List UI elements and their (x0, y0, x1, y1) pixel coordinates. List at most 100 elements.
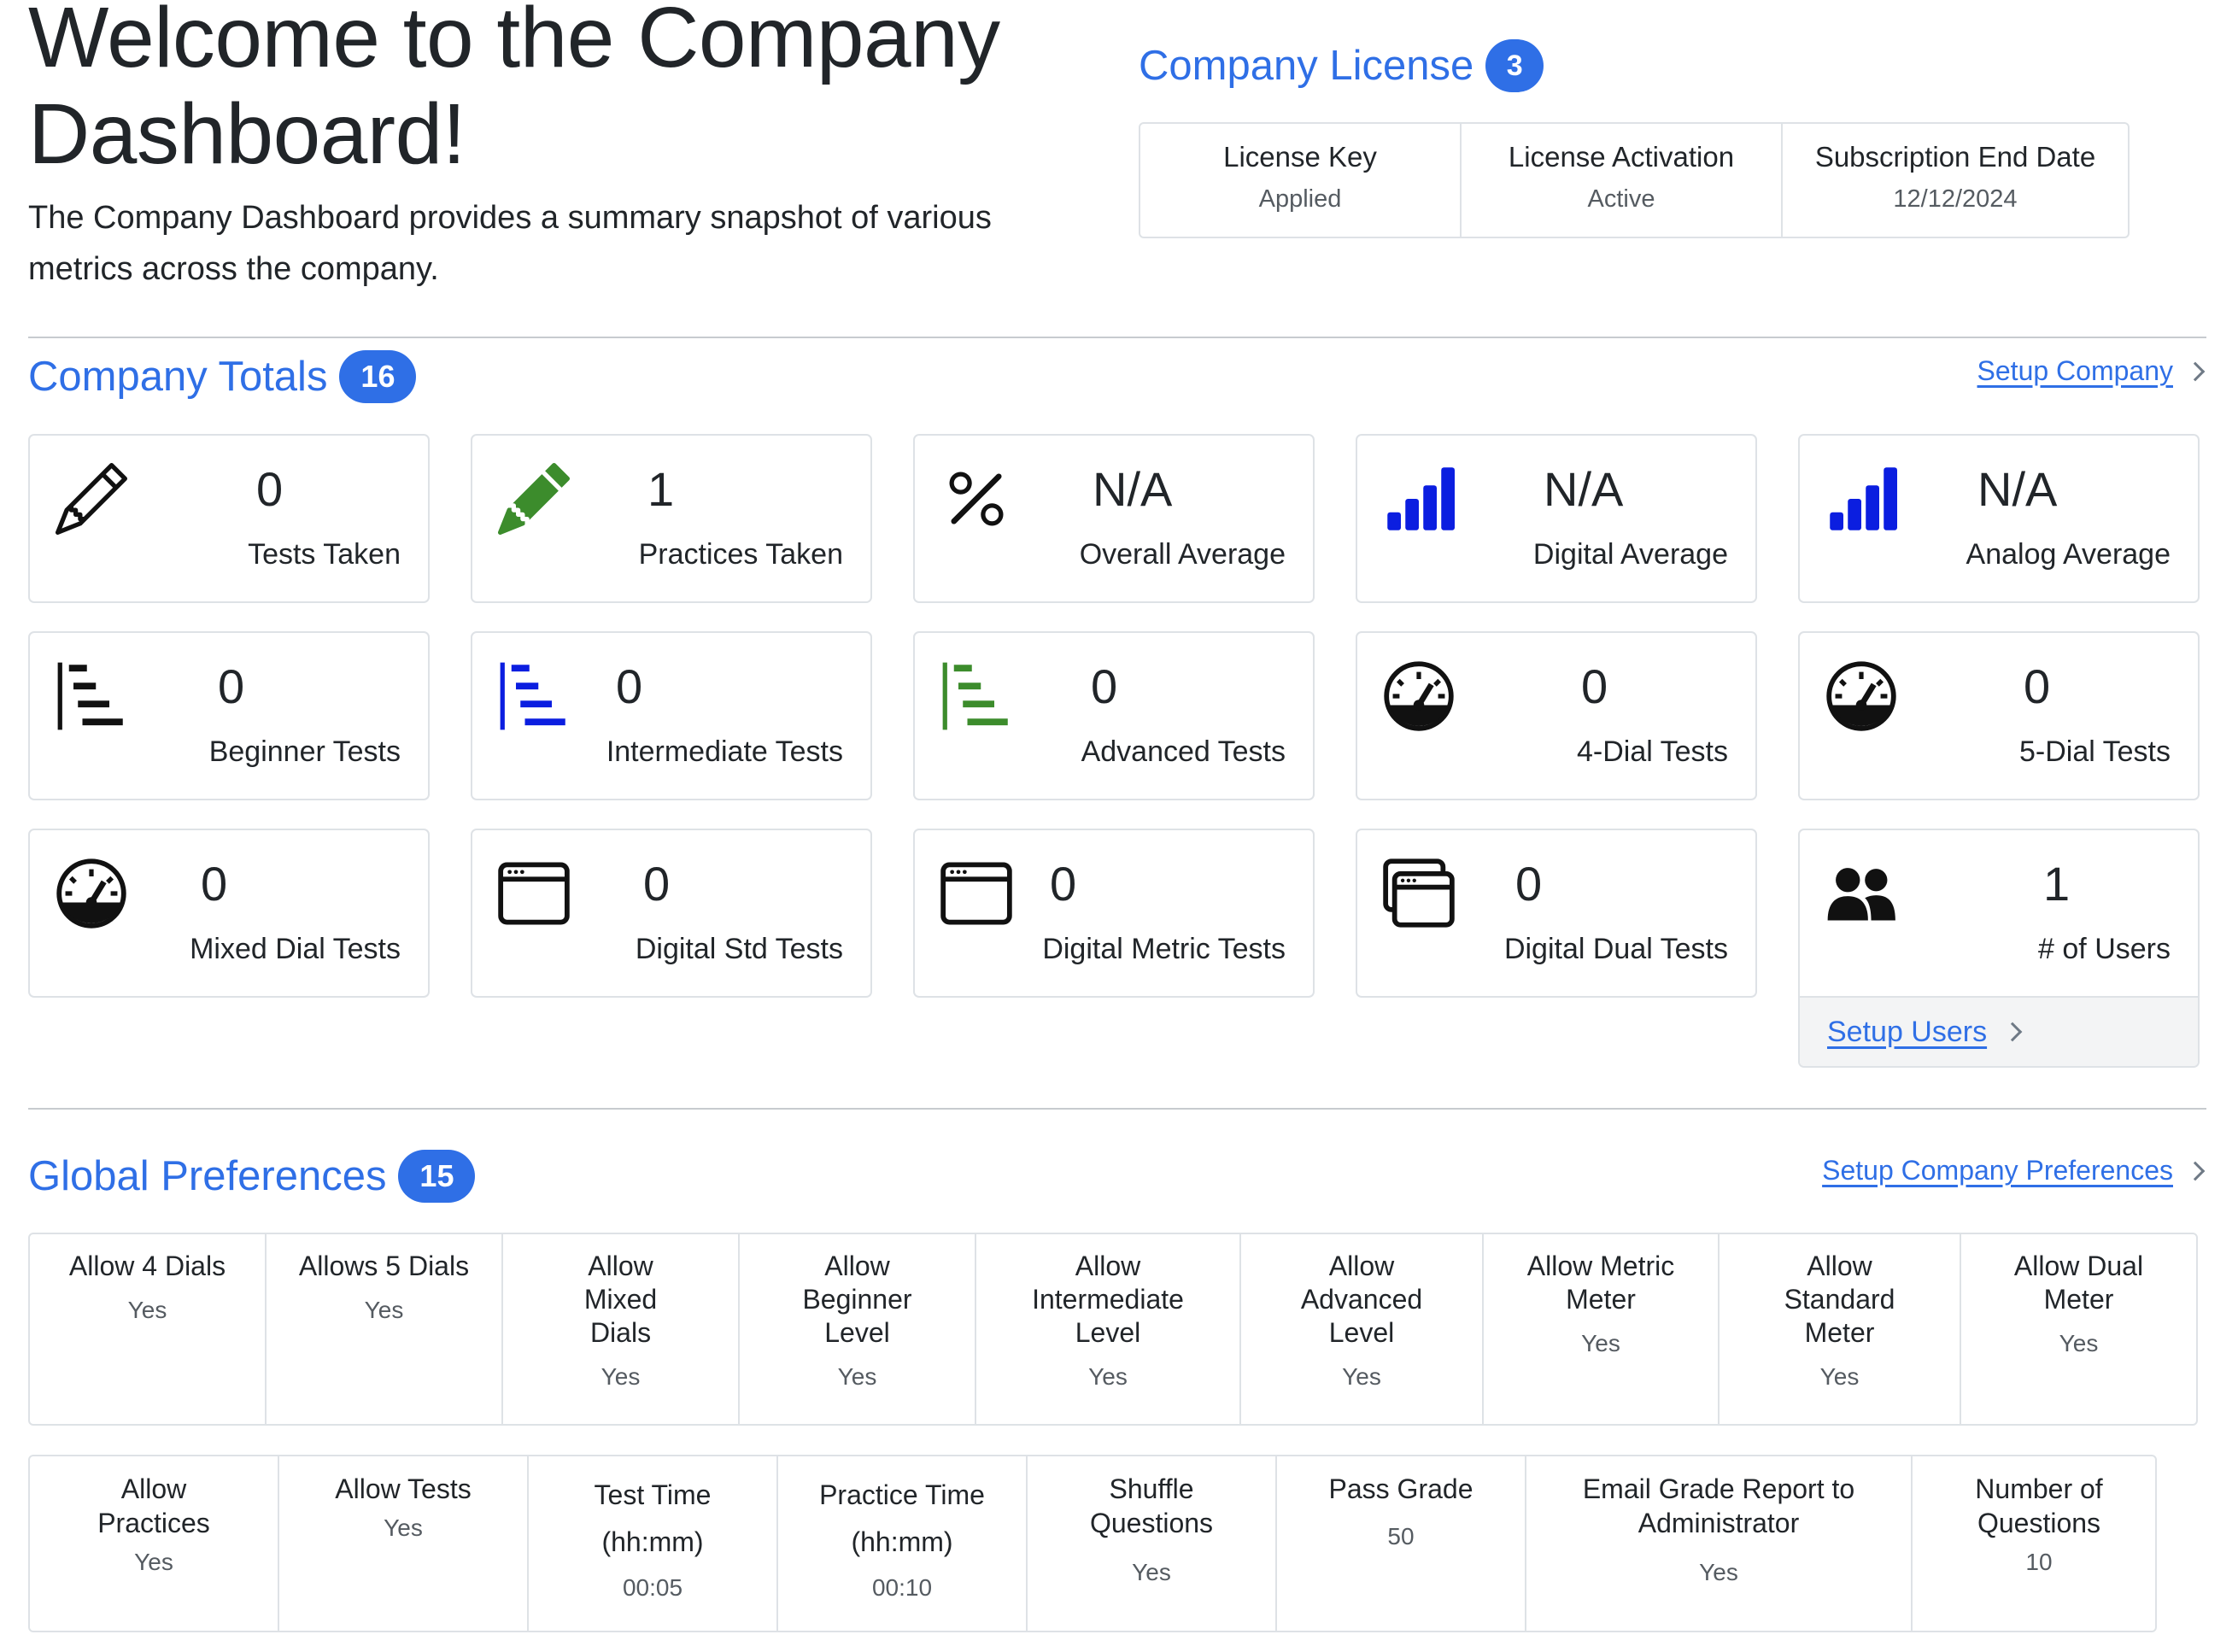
stat-label: Advanced Tests (1081, 735, 1286, 768)
page-subtitle: The Company Dashboard provides a summary… (28, 200, 992, 287)
license-heading-text: Company License (1139, 43, 1474, 89)
setup-company-preferences-link[interactable]: Setup Company Preferences (1822, 1155, 2206, 1186)
pref-label: Allow Mixed Dials (583, 1251, 658, 1348)
pref-value: Yes (1342, 1363, 1381, 1390)
stat-card-digital-metric-tests: 0 Digital Metric Tests (913, 829, 1315, 998)
bar-chart-icon (1383, 463, 1455, 535)
license-activation-label: License Activation (1508, 141, 1735, 173)
global-preferences-badge: 15 (398, 1150, 476, 1203)
pref-label: Practice Time (hh:mm) (819, 1479, 985, 1557)
pref-allows-5-dials: Allows 5 Dials Yes (267, 1234, 503, 1424)
stat-value: 0 (201, 857, 228, 911)
stat-label: # of Users (2038, 933, 2171, 965)
chevron-right-icon (2002, 1022, 2023, 1042)
pref-label: Allow Advanced Level (1300, 1251, 1423, 1348)
chevron-right-icon (2185, 361, 2206, 381)
pref-label: Shuffle Questions (1089, 1473, 1214, 1538)
pref-value: Yes (601, 1363, 641, 1390)
stat-value: 0 (1581, 659, 1608, 713)
stat-card-5-dial-tests: 0 5-Dial Tests (1798, 631, 2200, 800)
subscription-end-cell: Subscription End Date 12/12/2024 (1783, 124, 2128, 237)
users-card-footer: Setup Users (1800, 996, 2198, 1066)
divider (28, 1108, 2206, 1110)
pref-label: Allow Tests (335, 1473, 472, 1504)
stat-label: Intermediate Tests (606, 735, 843, 768)
setup-company-link[interactable]: Setup Company (1977, 355, 2206, 387)
stat-label: Digital Std Tests (635, 933, 843, 965)
stat-label: Analog Average (1966, 538, 2171, 571)
stat-card-advanced-tests: 0 Advanced Tests (913, 631, 1315, 800)
company-totals-badge: 16 (339, 350, 417, 403)
stat-label: 5-Dial Tests (2019, 735, 2171, 768)
pref-value: Yes (364, 1297, 404, 1323)
pref-allow-intermediate-level: Allow Intermediate Level Yes (976, 1234, 1241, 1424)
chevron-right-icon (2185, 1161, 2206, 1180)
pref-label: Allow Metric Meter (1526, 1251, 1675, 1315)
pref-label: Allow Intermediate Level (1032, 1251, 1184, 1348)
license-key-value: Applied (1258, 185, 1342, 213)
pref-label: Test Time (hh:mm) (594, 1479, 712, 1557)
stat-card-intermediate-tests: 0 Intermediate Tests (471, 631, 872, 800)
stat-value: 0 (616, 659, 643, 713)
license-key-cell: License Key Applied (1140, 124, 1462, 237)
pref-test-time: Test Time (hh:mm) 00:05 (529, 1456, 778, 1631)
percent-icon (940, 463, 1012, 535)
window-icon (940, 858, 1012, 929)
stat-value: 0 (256, 462, 284, 516)
preferences-table-1: Allow 4 Dials Yes Allows 5 Dials Yes All… (28, 1233, 2198, 1426)
pref-label: Number of Questions (1975, 1473, 2103, 1538)
speedometer-icon (56, 858, 127, 929)
level-list-icon (940, 660, 1012, 732)
pref-value: Yes (2059, 1330, 2099, 1356)
subscription-end-label: Subscription End Date (1814, 141, 2096, 173)
stat-card-mixed-dial-tests: 0 Mixed Dial Tests (28, 829, 430, 998)
pref-value: Yes (1088, 1363, 1128, 1390)
pref-allow-practices: Allow Practices Yes (30, 1456, 279, 1631)
pref-number-of-questions: Number of Questions 10 (1913, 1456, 2165, 1631)
stat-value: 0 (1050, 857, 1077, 911)
pref-value: Yes (384, 1514, 423, 1541)
bar-chart-icon (1825, 463, 1897, 535)
license-table: License Key Applied License Activation A… (1139, 122, 2130, 238)
stat-card-digital-average: N/A Digital Average (1356, 434, 1757, 603)
stat-card-practices-taken: 1 Practices Taken (471, 434, 872, 603)
setup-users-link[interactable]: Setup Users (1827, 1016, 1987, 1049)
pref-allow-4-dials: Allow 4 Dials Yes (30, 1234, 267, 1424)
stat-value: 0 (1515, 857, 1543, 911)
company-totals-heading-text: Company Totals (28, 354, 328, 400)
setup-company-preferences-link-text[interactable]: Setup Company Preferences (1822, 1155, 2173, 1186)
stat-card-digital-dual-tests: 0 Digital Dual Tests (1356, 829, 1757, 998)
pref-value: Yes (127, 1297, 167, 1323)
stat-value: 1 (647, 462, 675, 516)
company-totals-heading: Company Totals 16 (28, 350, 417, 403)
stat-label: Tests Taken (248, 538, 401, 571)
pref-allow-advanced-level: Allow Advanced Level Yes (1241, 1234, 1484, 1424)
stat-card-overall-average: N/A Overall Average (913, 434, 1315, 603)
pref-email-grade-report: Email Grade Report to Administrator Yes (1526, 1456, 1913, 1631)
stat-label: Beginner Tests (208, 735, 401, 768)
preferences-table-2: Allow Practices Yes Allow Tests Yes Test… (28, 1455, 2157, 1632)
pref-allow-metric-meter: Allow Metric Meter Yes (1484, 1234, 1720, 1424)
stat-value: 0 (1091, 659, 1118, 713)
setup-company-link-text[interactable]: Setup Company (1977, 355, 2173, 387)
stat-card-users: 1 # of Users Setup Users (1798, 829, 2200, 1068)
pref-value: Yes (1819, 1363, 1860, 1390)
pref-value: 50 (1387, 1523, 1415, 1549)
stat-card-tests-taken: 0 Tests Taken (28, 434, 430, 603)
stat-label: 4-Dial Tests (1577, 735, 1728, 768)
license-activation-value: Active (1587, 185, 1655, 213)
dashboard-page: Welcome to the Company Dashboard! The Co… (28, 0, 2206, 1652)
pref-allow-standard-meter: Allow Standard Meter Yes (1720, 1234, 1961, 1424)
pref-label: Allow Standard Meter (1784, 1251, 1895, 1348)
stat-label: Digital Dual Tests (1503, 933, 1728, 965)
pref-label: Allow Beginner Level (802, 1251, 912, 1348)
people-icon (1825, 858, 1897, 929)
stat-label: Digital Average (1532, 538, 1728, 571)
stat-label: Mixed Dial Tests (190, 933, 401, 965)
pref-label: Allow 4 Dials (68, 1251, 226, 1281)
level-list-icon (56, 660, 127, 732)
stat-label: Overall Average (1079, 538, 1286, 571)
pref-value: 00:05 (622, 1574, 683, 1601)
pref-allow-beginner-level: Allow Beginner Level Yes (740, 1234, 976, 1424)
license-activation-cell: License Activation Active (1462, 124, 1783, 237)
